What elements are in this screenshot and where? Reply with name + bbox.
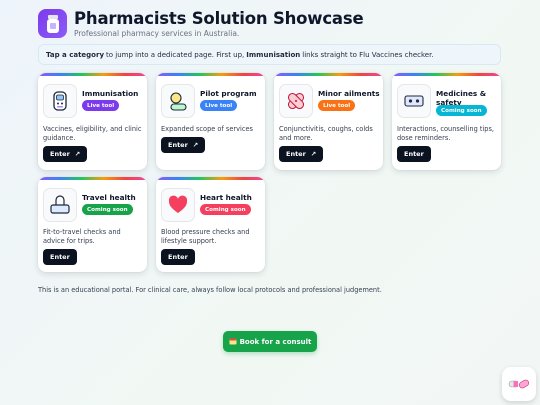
card-medicines-safety[interactable]: Medicines & safety Coming soon Interacti… xyxy=(392,73,501,170)
card-heart-health[interactable]: Heart health Coming soon Blood pressure … xyxy=(156,177,265,272)
arrow-up-right-icon: ↗ xyxy=(310,150,317,158)
enter-button[interactable]: Enter ↗ xyxy=(161,137,206,153)
syringe-robot-icon xyxy=(43,84,77,118)
status-badge: Coming soon xyxy=(436,105,487,116)
card-minor-ailments[interactable]: Minor ailments Live tool Conjunctivitis,… xyxy=(274,73,383,170)
bandage-icon xyxy=(279,84,313,118)
disclaimer-text: This is an educational portal. For clini… xyxy=(38,286,382,294)
arrow-up-right-icon: ↗ xyxy=(192,141,199,149)
card-title: Pilot program xyxy=(200,89,257,98)
enter-label: Enter xyxy=(50,253,70,261)
card-description: Interactions, counselling tips, dose rem… xyxy=(397,125,495,142)
notice-highlight: Immunisation xyxy=(246,50,301,59)
page-title: Pharmacists Solution Showcase xyxy=(74,9,364,28)
status-badge: Live tool xyxy=(82,100,120,111)
enter-button[interactable]: Enter xyxy=(397,146,431,162)
card-title: Heart health xyxy=(200,193,252,202)
enter-label: Enter xyxy=(286,150,306,158)
page-header: Pharmacists Solution Showcase Profession… xyxy=(38,9,364,38)
book-consult-button[interactable]: Book for a consult xyxy=(223,331,317,352)
enter-button[interactable]: Enter xyxy=(161,249,195,265)
card-description: Fit-to-travel checks and advice for trip… xyxy=(43,228,121,245)
card-immunisation[interactable]: Immunisation Live tool Vaccines, eligibi… xyxy=(38,73,147,170)
user-icon xyxy=(161,84,195,118)
card-title: Travel health xyxy=(82,193,136,202)
suitcase-icon xyxy=(43,188,77,222)
pill-box-icon xyxy=(397,84,431,118)
notice-suffix: links straight to Flu Vaccines checker. xyxy=(302,50,434,59)
card-description: Conjunctivitis, coughs, colds and more. xyxy=(279,125,373,142)
page-subtitle: Professional pharmacy services in Austra… xyxy=(74,29,240,38)
card-description: Expanded scope of services xyxy=(161,125,253,133)
status-badge: Live tool xyxy=(318,100,356,111)
status-badge: Live tool xyxy=(200,100,238,111)
enter-label: Enter xyxy=(168,141,188,149)
heart-icon xyxy=(161,188,195,222)
book-label: Book for a consult xyxy=(239,337,312,346)
calendar-icon xyxy=(229,337,237,347)
card-title: Immunisation xyxy=(82,89,139,98)
card-description: Vaccines, eligibility, and clinic guidan… xyxy=(43,125,142,142)
card-title: Minor ailments xyxy=(318,89,380,98)
enter-button[interactable]: Enter xyxy=(43,249,77,265)
card-travel-health[interactable]: Travel health Coming soon Fit-to-travel … xyxy=(38,177,147,272)
notice-prefix: Tap a category xyxy=(46,50,105,59)
info-banner: Tap a category to jump into a dedicated … xyxy=(38,44,501,65)
pill-bottle-icon xyxy=(38,9,67,38)
enter-label: Enter xyxy=(50,150,70,158)
arrow-up-right-icon: ↗ xyxy=(74,150,81,158)
enter-button[interactable]: Enter ↗ xyxy=(279,146,324,162)
card-pilot-program[interactable]: Pilot program Live tool Expanded scope o… xyxy=(156,73,265,170)
card-description: Blood pressure checks and lifestyle supp… xyxy=(161,228,250,245)
status-badge: Coming soon xyxy=(82,204,133,215)
enter-button[interactable]: Enter ↗ xyxy=(43,146,88,162)
pills-icon[interactable] xyxy=(502,367,536,401)
enter-label: Enter xyxy=(404,150,424,158)
status-badge: Coming soon xyxy=(200,204,251,215)
notice-middle: to jump into a dedicated page. First up, xyxy=(106,50,245,59)
enter-label: Enter xyxy=(168,253,188,261)
